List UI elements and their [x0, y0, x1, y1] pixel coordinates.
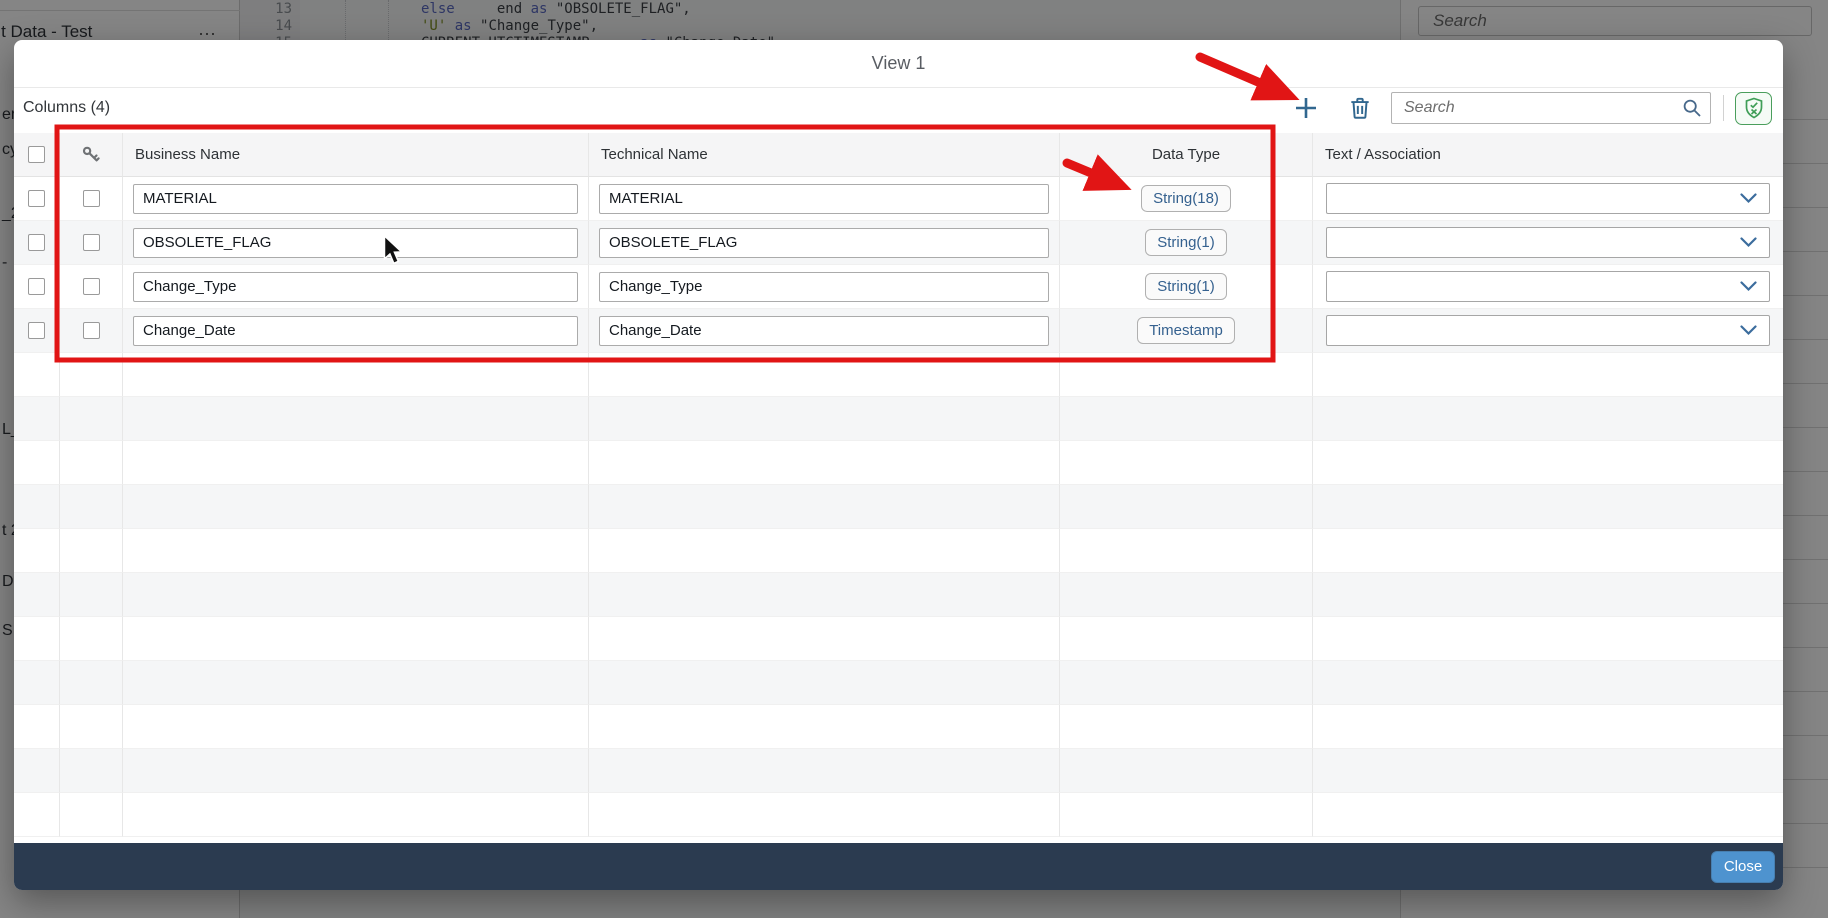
row-select-checkbox[interactable]: [28, 190, 45, 207]
technical-name-input[interactable]: [599, 272, 1049, 302]
empty-table-row: [14, 749, 1783, 793]
table-row: String(18): [14, 177, 1783, 221]
text-association-dropdown[interactable]: [1326, 315, 1770, 346]
delete-column-button[interactable]: [1343, 91, 1377, 125]
key-checkbox[interactable]: [83, 190, 100, 207]
row-select-checkbox[interactable]: [28, 322, 45, 339]
empty-table-row: [14, 485, 1783, 529]
empty-table-row: [14, 441, 1783, 485]
add-column-button[interactable]: [1289, 91, 1323, 125]
empty-table-row: [14, 529, 1783, 573]
chevron-down-icon: [1740, 237, 1757, 248]
business-name-input[interactable]: [133, 228, 578, 258]
empty-table-row: [14, 705, 1783, 749]
select-all-checkbox[interactable]: [28, 146, 45, 163]
technical-name-input[interactable]: [599, 316, 1049, 346]
key-checkbox[interactable]: [83, 278, 100, 295]
business-name-input[interactable]: [133, 316, 578, 346]
table-row: String(1): [14, 221, 1783, 265]
table-row: Timestamp: [14, 309, 1783, 353]
chevron-down-icon: [1740, 281, 1757, 292]
technical-name-input[interactable]: [599, 184, 1049, 214]
text-association-dropdown[interactable]: [1326, 271, 1770, 302]
columns-search: [1391, 92, 1711, 124]
columns-search-input[interactable]: [1391, 92, 1711, 124]
table-header-row: Business Name Technical Name Data Type T…: [14, 133, 1783, 177]
row-select-checkbox[interactable]: [28, 234, 45, 251]
data-type-badge[interactable]: String(1): [1145, 229, 1227, 256]
validation-button[interactable]: [1735, 92, 1772, 125]
header-text-association: Text / Association: [1325, 146, 1441, 163]
key-checkbox[interactable]: [83, 322, 100, 339]
empty-table-row: [14, 353, 1783, 397]
text-association-dropdown[interactable]: [1326, 227, 1770, 258]
technical-name-input[interactable]: [599, 228, 1049, 258]
search-icon[interactable]: [1682, 98, 1702, 118]
header-data-type: Data Type: [1152, 146, 1220, 163]
empty-table-row: [14, 397, 1783, 441]
shield-check-icon: [1744, 97, 1764, 119]
dialog-titlebar: View 1: [14, 40, 1783, 88]
data-type-badge[interactable]: String(18): [1141, 185, 1231, 212]
screen: ment Data - Test ⋯ ercy_2-L_t 2DSI 13els…: [0, 0, 1828, 918]
business-name-input[interactable]: [133, 184, 578, 214]
key-icon: [81, 145, 101, 165]
plus-icon: [1293, 95, 1319, 121]
columns-count-label: Columns (4): [23, 99, 110, 117]
dialog-title: View 1: [872, 53, 926, 74]
empty-table-row: [14, 573, 1783, 617]
trash-icon: [1347, 95, 1373, 121]
empty-table-row: [14, 617, 1783, 661]
chevron-down-icon: [1740, 193, 1757, 204]
data-type-badge[interactable]: Timestamp: [1137, 317, 1235, 344]
dialog-toolbar: Columns (4): [14, 88, 1783, 128]
columns-table: Business Name Technical Name Data Type T…: [14, 133, 1783, 837]
header-technical-name: Technical Name: [601, 146, 708, 163]
view-columns-dialog: View 1 Columns (4): [14, 40, 1783, 890]
table-row: String(1): [14, 265, 1783, 309]
dialog-footer: Close: [14, 843, 1783, 890]
chevron-down-icon: [1740, 325, 1757, 336]
business-name-input[interactable]: [133, 272, 578, 302]
text-association-dropdown[interactable]: [1326, 183, 1770, 214]
row-select-checkbox[interactable]: [28, 278, 45, 295]
close-button[interactable]: Close: [1711, 851, 1775, 883]
header-business-name: Business Name: [135, 146, 240, 163]
data-type-badge[interactable]: String(1): [1145, 273, 1227, 300]
empty-table-row: [14, 793, 1783, 837]
key-checkbox[interactable]: [83, 234, 100, 251]
empty-table-row: [14, 661, 1783, 705]
toolbar-divider: [1723, 95, 1724, 121]
